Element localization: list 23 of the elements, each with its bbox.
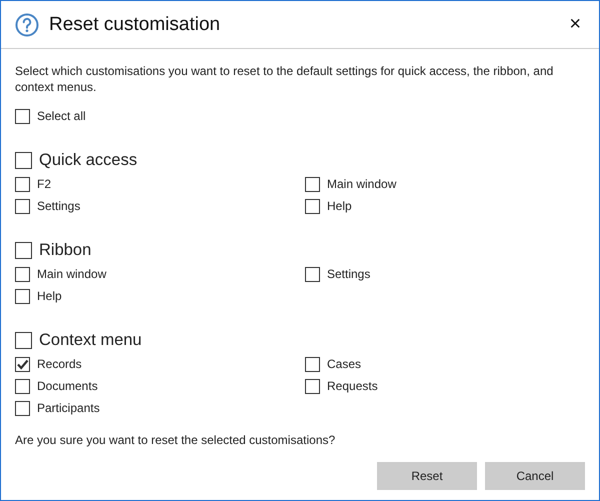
dialog-button[interactable]: Reset — [377, 462, 477, 490]
intro-text: Select which customisations you want to reset to the default settings for quick access, the ribbon, and context menus. — [15, 63, 554, 95]
close-button[interactable]: × — [565, 13, 585, 36]
option-checkbox[interactable]: Documents — [15, 375, 305, 397]
option-checkbox[interactable]: Participants — [15, 397, 305, 419]
option-checkbox[interactable]: F2 — [15, 173, 305, 195]
section-checkbox[interactable]: Quick access — [15, 147, 585, 173]
section-checkbox[interactable]: Ribbon — [15, 237, 585, 263]
option-checkbox[interactable]: Requests — [305, 375, 585, 397]
option-checkbox[interactable]: Settings — [15, 195, 305, 217]
confirm-question: Are you sure you want to reset the selected customisations? — [15, 433, 336, 447]
option-checkbox[interactable]: Cases — [305, 353, 585, 375]
help-icon — [15, 12, 39, 36]
select-all-checkbox[interactable]: Select all — [15, 105, 585, 127]
dialog-button[interactable]: Cancel — [485, 462, 585, 490]
option-checkbox[interactable]: Settings — [305, 263, 585, 285]
option-checkbox[interactable]: Main window — [15, 263, 305, 285]
option-checkbox[interactable]: Help — [305, 195, 585, 217]
option-checkbox[interactable]: Records — [15, 353, 305, 375]
section-checkbox[interactable]: Context menu — [15, 327, 585, 353]
option-checkbox[interactable]: Help — [15, 285, 305, 307]
option-checkbox[interactable]: Main window — [305, 173, 585, 195]
window-title: Reset customisation — [49, 14, 222, 36]
